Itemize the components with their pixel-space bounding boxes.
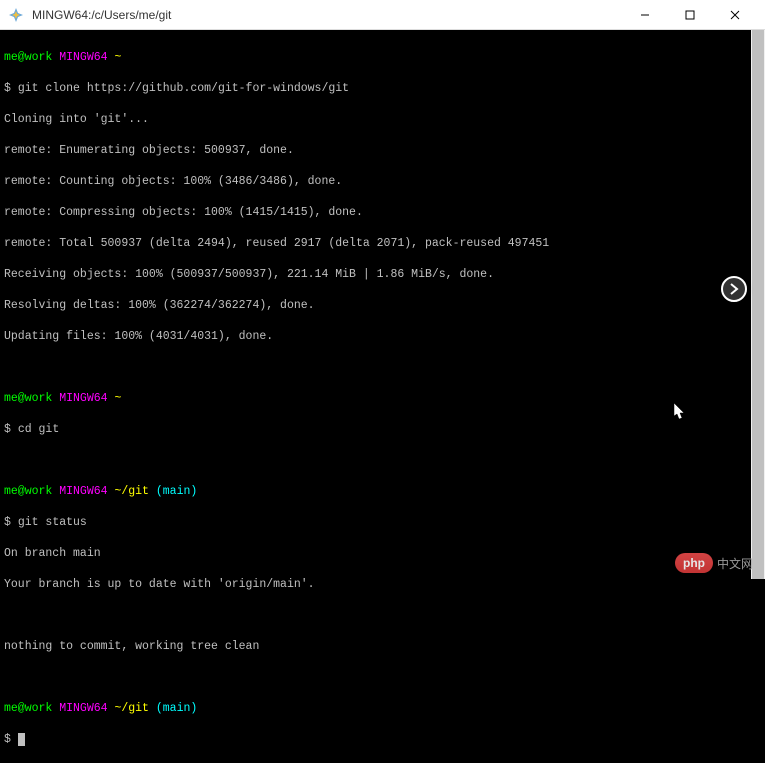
dollar-sign: $ xyxy=(4,82,18,95)
output-line: On branch main xyxy=(4,546,747,562)
prompt-env: MINGW64 xyxy=(59,702,107,715)
window-controls xyxy=(622,0,757,30)
output-line: remote: Enumerating objects: 500937, don… xyxy=(4,143,747,159)
prompt-path: ~/git xyxy=(114,702,149,715)
output-line: nothing to commit, working tree clean xyxy=(4,639,747,655)
prompt-user: me@work xyxy=(4,485,52,498)
prompt-branch: (main) xyxy=(156,485,197,498)
dollar-sign: $ xyxy=(4,423,18,436)
close-button[interactable] xyxy=(712,0,757,30)
watermark: php 中文网 xyxy=(675,553,753,573)
prompt-user: me@work xyxy=(4,392,52,405)
command: git clone https://github.com/git-for-win… xyxy=(18,82,349,95)
terminal-output[interactable]: me@work MINGW64 ~ $ git clone https://gi… xyxy=(0,30,751,579)
chevron-right-icon xyxy=(729,283,739,295)
output-line: remote: Counting objects: 100% (3486/348… xyxy=(4,174,747,190)
minimize-button[interactable] xyxy=(622,0,667,30)
window-titlebar: MINGW64:/c/Users/me/git xyxy=(0,0,765,30)
output-line: Receiving objects: 100% (500937/500937),… xyxy=(4,267,747,283)
output-line: Updating files: 100% (4031/4031), done. xyxy=(4,329,747,345)
prompt-env: MINGW64 xyxy=(59,51,107,64)
output-line: Cloning into 'git'... xyxy=(4,112,747,128)
prompt-user: me@work xyxy=(4,702,52,715)
prompt-path: ~ xyxy=(114,392,121,405)
watermark-text: 中文网 xyxy=(717,555,753,572)
prompt-path: ~/git xyxy=(114,485,149,498)
terminal-cursor xyxy=(18,733,25,746)
watermark-logo: php xyxy=(675,553,713,573)
command: cd git xyxy=(18,423,59,436)
output-line: remote: Compressing objects: 100% (1415/… xyxy=(4,205,747,221)
maximize-button[interactable] xyxy=(667,0,712,30)
prompt-branch: (main) xyxy=(156,702,197,715)
prompt-env: MINGW64 xyxy=(59,392,107,405)
output-line: Your branch is up to date with 'origin/m… xyxy=(4,577,747,593)
prompt-user: me@work xyxy=(4,51,52,64)
app-logo-icon xyxy=(8,7,24,23)
output-line: remote: Total 500937 (delta 2494), reuse… xyxy=(4,236,747,252)
command: git status xyxy=(18,516,87,529)
window-title: MINGW64:/c/Users/me/git xyxy=(32,8,622,22)
prompt-path: ~ xyxy=(114,51,121,64)
scrollbar-thumb[interactable] xyxy=(752,30,764,579)
prompt-env: MINGW64 xyxy=(59,485,107,498)
output-line: Resolving deltas: 100% (362274/362274), … xyxy=(4,298,747,314)
dollar-sign: $ xyxy=(4,516,18,529)
next-nav-button[interactable] xyxy=(721,276,747,302)
vertical-scrollbar[interactable] xyxy=(751,30,765,579)
dollar-sign: $ xyxy=(4,733,18,746)
